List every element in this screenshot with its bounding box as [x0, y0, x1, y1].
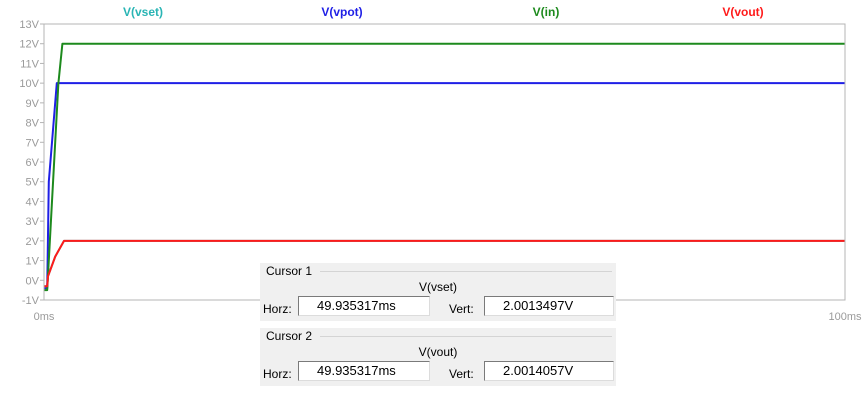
y-tick-label: 3V	[26, 216, 40, 228]
x-tick-label-end: 100ms	[828, 311, 862, 323]
y-tick-label: 6V	[26, 157, 40, 169]
cursor-2-trace-name: V(vout)	[418, 345, 458, 359]
y-tick-label: 13V	[19, 19, 39, 31]
cursor-1-horz-field[interactable]: 49.935317ms	[298, 296, 430, 316]
plot-frame	[43, 23, 846, 301]
cursor-2-horz-label: Horz:	[263, 367, 292, 381]
cursor-1-vert-label: Vert:	[449, 302, 474, 316]
cursor-2-group-line	[320, 336, 612, 337]
y-tick-label: 2V	[26, 236, 40, 248]
trace-vin[interactable]	[44, 42, 845, 292]
trace-legend: V(vset) V(vpot) V(in) V(vout)	[123, 5, 764, 19]
legend-vin[interactable]: V(in)	[533, 5, 560, 19]
x-tick-label-start: 0ms	[34, 311, 55, 323]
y-tick-label: 10V	[19, 78, 39, 90]
legend-vvpot[interactable]: V(vpot)	[321, 5, 362, 19]
y-tick-label: 1V	[26, 256, 40, 268]
cursor-2-title: Cursor 2	[266, 329, 313, 343]
cursor-1-title: Cursor 1	[266, 264, 313, 278]
trace-vvpot[interactable]	[44, 82, 845, 290]
traces-group	[44, 42, 845, 292]
y-tick-label: 11V	[20, 58, 39, 70]
cursor-2-vert-field[interactable]: 2.0014057V	[484, 361, 614, 381]
y-tick-label: -1V	[22, 295, 40, 307]
y-tick-label: 12V	[19, 39, 39, 51]
cursor-1-trace-name: V(vset)	[418, 280, 457, 294]
cursor-1-vert-field[interactable]: 2.0013497V	[484, 296, 614, 316]
cursor-1-horz-label: Horz:	[263, 302, 292, 316]
legend-vvout[interactable]: V(vout)	[722, 5, 763, 19]
cursor-1-panel: Cursor 1 V(vset) Horz: 49.935317ms Vert:…	[260, 263, 616, 321]
y-tick-label: 0V	[26, 275, 40, 287]
y-tick-label: 8V	[26, 118, 40, 130]
cursor-2-panel: Cursor 2 V(vout) Horz: 49.935317ms Vert:…	[260, 328, 616, 386]
cursor-2-horz-field[interactable]: 49.935317ms	[298, 361, 430, 381]
y-tick-label: 5V	[26, 177, 40, 189]
cursor-2-vert-label: Vert:	[449, 367, 474, 381]
y-tick-label: 4V	[26, 196, 40, 208]
cursor-1-group-line	[320, 271, 612, 272]
y-tick-label: 9V	[26, 98, 40, 110]
legend-vvset[interactable]: V(vset)	[123, 5, 163, 19]
y-tick-label: 7V	[26, 137, 40, 149]
